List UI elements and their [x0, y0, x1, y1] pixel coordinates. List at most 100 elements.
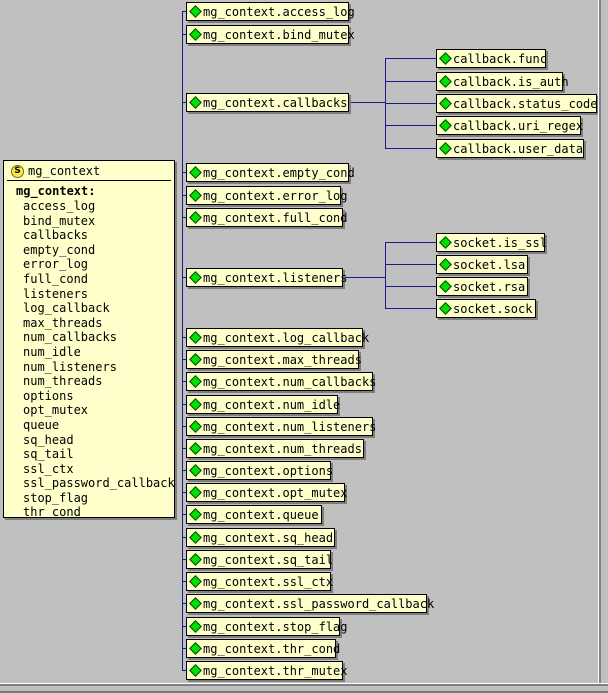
graph-node[interactable]: mg_context.ssl_ctx [186, 572, 333, 591]
graph-node-label: mg_context.num_callbacks [203, 374, 377, 389]
class-member[interactable]: num_threads [12, 374, 174, 389]
member-diamond-icon [440, 76, 451, 87]
graph-node-label: mg_context.opt_mutex [203, 485, 348, 500]
member-diamond-icon [190, 576, 201, 587]
graph-node[interactable]: mg_context.full_cond [186, 208, 348, 227]
graph-node[interactable]: mg_context.options [186, 461, 334, 480]
member-diamond-icon [440, 259, 451, 270]
class-member[interactable]: queue [12, 418, 174, 433]
member-diamond-icon [190, 97, 201, 108]
class-member[interactable]: sq_tail [12, 447, 174, 462]
graph-node-label: mg_context.callbacks [203, 95, 348, 110]
graph-node[interactable]: mg_context.callbacks [186, 93, 349, 112]
graph-node-label: mg_context.listeners [203, 270, 348, 285]
graph-node-label: mg_context.num_idle [203, 397, 341, 412]
member-diamond-icon [190, 190, 201, 201]
graph-node-label: mg_context.ssl_password_callback [203, 596, 435, 611]
graph-node[interactable]: mg_context.log_callback [186, 328, 369, 347]
connector-line [385, 242, 386, 308]
class-member[interactable]: num_idle [12, 345, 174, 360]
graph-node[interactable]: mg_context.num_threads [186, 439, 364, 458]
class-member[interactable]: listeners [12, 287, 174, 302]
connector-line [385, 148, 436, 149]
class-member[interactable]: stop_flag [12, 491, 174, 506]
graph-node[interactable]: mg_context.error_log [186, 186, 348, 205]
graph-node[interactable]: mg_context.num_idle [186, 395, 341, 414]
class-member[interactable]: empty_cond [12, 243, 174, 258]
connector-line [385, 308, 436, 309]
graph-node[interactable]: socket.sock [436, 299, 536, 318]
graph-node[interactable]: socket.rsa [436, 277, 528, 296]
class-member-list: access_log bind_mutex callbacks empty_cond e… [12, 199, 174, 517]
connector-line [345, 277, 385, 278]
class-member[interactable]: bind_mutex [12, 214, 174, 229]
class-member[interactable]: options [12, 389, 174, 404]
member-diamond-icon [190, 272, 201, 283]
graph-node[interactable]: mg_context.num_listeners [186, 417, 377, 436]
graph-node[interactable]: mg_context.bind_mutex [186, 25, 355, 44]
class-detail-panel[interactable]: S mg_context mg_context: access_log bind_… [3, 160, 175, 518]
class-member[interactable]: error_log [12, 257, 174, 272]
member-diamond-icon [190, 332, 201, 343]
class-member[interactable]: sq_head [12, 433, 174, 448]
graph-node[interactable]: mg_context.listeners [186, 268, 348, 287]
member-diamond-icon [190, 443, 201, 454]
member-diamond-icon [190, 167, 201, 178]
member-diamond-icon [190, 487, 201, 498]
member-diamond-icon [440, 120, 451, 131]
class-member[interactable]: access_log [12, 199, 174, 214]
class-member[interactable]: full_cond [12, 272, 174, 287]
class-browser-canvas: S mg_context mg_context: access_log bind_… [0, 0, 608, 693]
class-member[interactable]: max_threads [12, 316, 174, 331]
graph-node[interactable]: callback.is_auth [436, 72, 569, 91]
graph-node[interactable]: callback.user_data [436, 139, 584, 158]
graph-node-label: mg_context.bind_mutex [203, 27, 355, 42]
graph-node-label: mg_context.error_log [203, 188, 348, 203]
graph-node[interactable]: socket.is_ssl [436, 233, 547, 252]
member-diamond-icon [440, 53, 451, 64]
graph-node[interactable]: mg_context.access_log [186, 2, 355, 21]
graph-node[interactable]: mg_context.ssl_password_callback [186, 594, 434, 613]
graph-node-label: mg_context.access_log [203, 4, 355, 19]
graph-node[interactable]: mg_context.max_threads [186, 350, 362, 369]
connector-line [351, 102, 385, 103]
window-frame-right [598, 0, 608, 693]
class-member[interactable]: num_listeners [12, 360, 174, 375]
member-diamond-icon [190, 399, 201, 410]
class-panel-title: mg_context [28, 163, 101, 178]
member-diamond-icon [190, 376, 201, 387]
graph-node-label: mg_context.full_cond [203, 210, 348, 225]
member-diamond-icon [190, 532, 201, 543]
graph-node-label: socket.sock [453, 301, 533, 316]
class-panel-body: mg_context: access_log bind_mutex callback… [4, 181, 174, 517]
graph-node[interactable]: mg_context.opt_mutex [186, 483, 348, 502]
class-member[interactable]: callbacks [12, 228, 174, 243]
graph-node[interactable]: mg_context.sq_tail [186, 550, 333, 569]
class-panel-header: S mg_context [7, 162, 171, 181]
graph-node-label: mg_context.num_listeners [203, 419, 377, 434]
graph-node[interactable]: mg_context.stop_flag [186, 617, 348, 636]
connector-line [385, 286, 436, 287]
graph-node[interactable]: mg_context.thr_mutex [186, 661, 348, 680]
member-diamond-icon [440, 281, 451, 292]
graph-node[interactable]: callback.func [436, 49, 547, 68]
member-diamond-icon [190, 598, 201, 609]
member-diamond-icon [190, 465, 201, 476]
graph-node-label: socket.lsa [453, 257, 526, 272]
graph-node[interactable]: mg_context.num_callbacks [186, 372, 377, 391]
graph-node[interactable]: mg_context.sq_head [186, 528, 335, 547]
class-member[interactable]: opt_mutex [12, 403, 174, 418]
connector-line [385, 242, 436, 243]
graph-node[interactable]: mg_context.thr_cond [186, 639, 340, 658]
graph-node[interactable]: mg_context.empty_cond [186, 163, 355, 182]
graph-node[interactable]: callback.uri_regex [436, 116, 583, 135]
graph-node[interactable]: socket.lsa [436, 255, 528, 274]
class-member[interactable]: log_callback [12, 301, 174, 316]
class-member[interactable]: ssl_password_callback [12, 476, 174, 491]
class-member[interactable]: num_callbacks [12, 330, 174, 345]
class-member[interactable]: ssl_ctx [12, 462, 174, 477]
graph-node[interactable]: callback.status_code [436, 94, 598, 113]
class-member[interactable]: thr_cond [12, 505, 174, 517]
graph-node-label: mg_context.options [203, 463, 334, 478]
graph-node[interactable]: mg_context.queue [186, 505, 322, 524]
